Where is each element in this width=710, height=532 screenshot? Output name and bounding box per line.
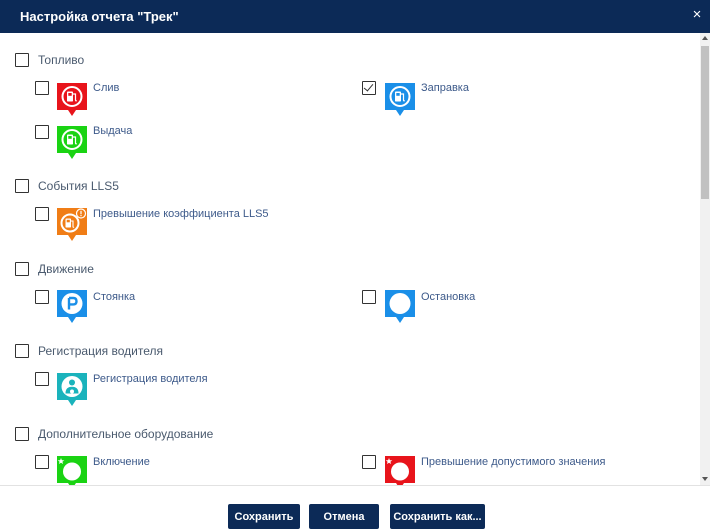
limit-exceeded-marker-icon bbox=[385, 456, 415, 485]
group-checkbox-movement[interactable] bbox=[15, 262, 29, 276]
fuel-warning-marker-icon bbox=[57, 208, 87, 241]
cancel-button[interactable]: Отмена bbox=[309, 504, 379, 529]
item-label-driver-registration: Регистрация водителя bbox=[93, 373, 208, 385]
item-checkbox-lls5-excess[interactable] bbox=[35, 207, 49, 221]
vertical-scrollbar[interactable] bbox=[700, 33, 710, 485]
fuel-drain-marker-icon bbox=[57, 83, 87, 116]
item-label-refuel: Заправка bbox=[421, 82, 469, 94]
group-label-driver-registration: Регистрация водителя bbox=[38, 344, 163, 358]
item-checkbox-parking[interactable] bbox=[35, 290, 49, 304]
parking-marker-icon bbox=[57, 290, 87, 323]
item-label-stop: Остановка bbox=[421, 291, 476, 303]
save-button[interactable]: Сохранить bbox=[228, 504, 300, 529]
item-label-parking: Стоянка bbox=[93, 291, 136, 303]
fuel-refuel-marker-icon bbox=[385, 83, 415, 116]
fuel-dispense-marker-icon bbox=[57, 126, 87, 159]
scroll-down-icon[interactable] bbox=[702, 477, 708, 481]
stop-marker-icon bbox=[385, 290, 415, 323]
item-checkbox-dispense[interactable] bbox=[35, 125, 49, 139]
power-on-marker-icon bbox=[57, 456, 87, 485]
item-checkbox-drain[interactable] bbox=[35, 81, 49, 95]
item-label-lls5-excess: Превышение коэффициента LLS5 bbox=[93, 208, 269, 220]
group-checkbox-driver-registration[interactable] bbox=[15, 344, 29, 358]
group-label-fuel: Топливо bbox=[38, 53, 85, 67]
group-label-extra-equipment: Дополнительное оборудование bbox=[38, 427, 214, 441]
save-as-button[interactable]: Сохранить как... bbox=[390, 504, 485, 529]
group-checkbox-fuel[interactable] bbox=[15, 53, 29, 67]
close-icon[interactable]: × bbox=[688, 6, 706, 24]
dialog-footer: Сохранить Отмена Сохранить как... bbox=[0, 485, 710, 532]
group-label-lls5: События LLS5 bbox=[38, 179, 119, 193]
item-label-limit-exceeded: Превышение допустимого значения bbox=[421, 456, 606, 468]
dialog-title: Настройка отчета "Трек" bbox=[20, 9, 179, 24]
item-label-power-on: Включение bbox=[93, 456, 150, 468]
item-checkbox-refuel[interactable] bbox=[362, 81, 376, 95]
report-settings-dialog: Настройка отчета "Трек" × Топливо Слив З… bbox=[0, 0, 710, 532]
settings-content: Топливо Слив Заправка Выдача События LLS… bbox=[0, 33, 700, 485]
item-checkbox-driver-registration[interactable] bbox=[35, 372, 49, 386]
driver-marker-icon bbox=[57, 373, 87, 406]
group-checkbox-extra-equipment[interactable] bbox=[15, 427, 29, 441]
scrollbar-thumb[interactable] bbox=[701, 46, 709, 199]
group-label-movement: Движение bbox=[38, 262, 94, 276]
item-checkbox-limit-exceeded[interactable] bbox=[362, 455, 376, 469]
group-checkbox-lls5[interactable] bbox=[15, 179, 29, 193]
item-label-drain: Слив bbox=[93, 82, 120, 94]
item-checkbox-power-on[interactable] bbox=[35, 455, 49, 469]
item-label-dispense: Выдача bbox=[93, 125, 133, 137]
scroll-up-icon[interactable] bbox=[702, 36, 708, 40]
dialog-titlebar: Настройка отчета "Трек" × bbox=[0, 0, 710, 33]
item-checkbox-stop[interactable] bbox=[362, 290, 376, 304]
